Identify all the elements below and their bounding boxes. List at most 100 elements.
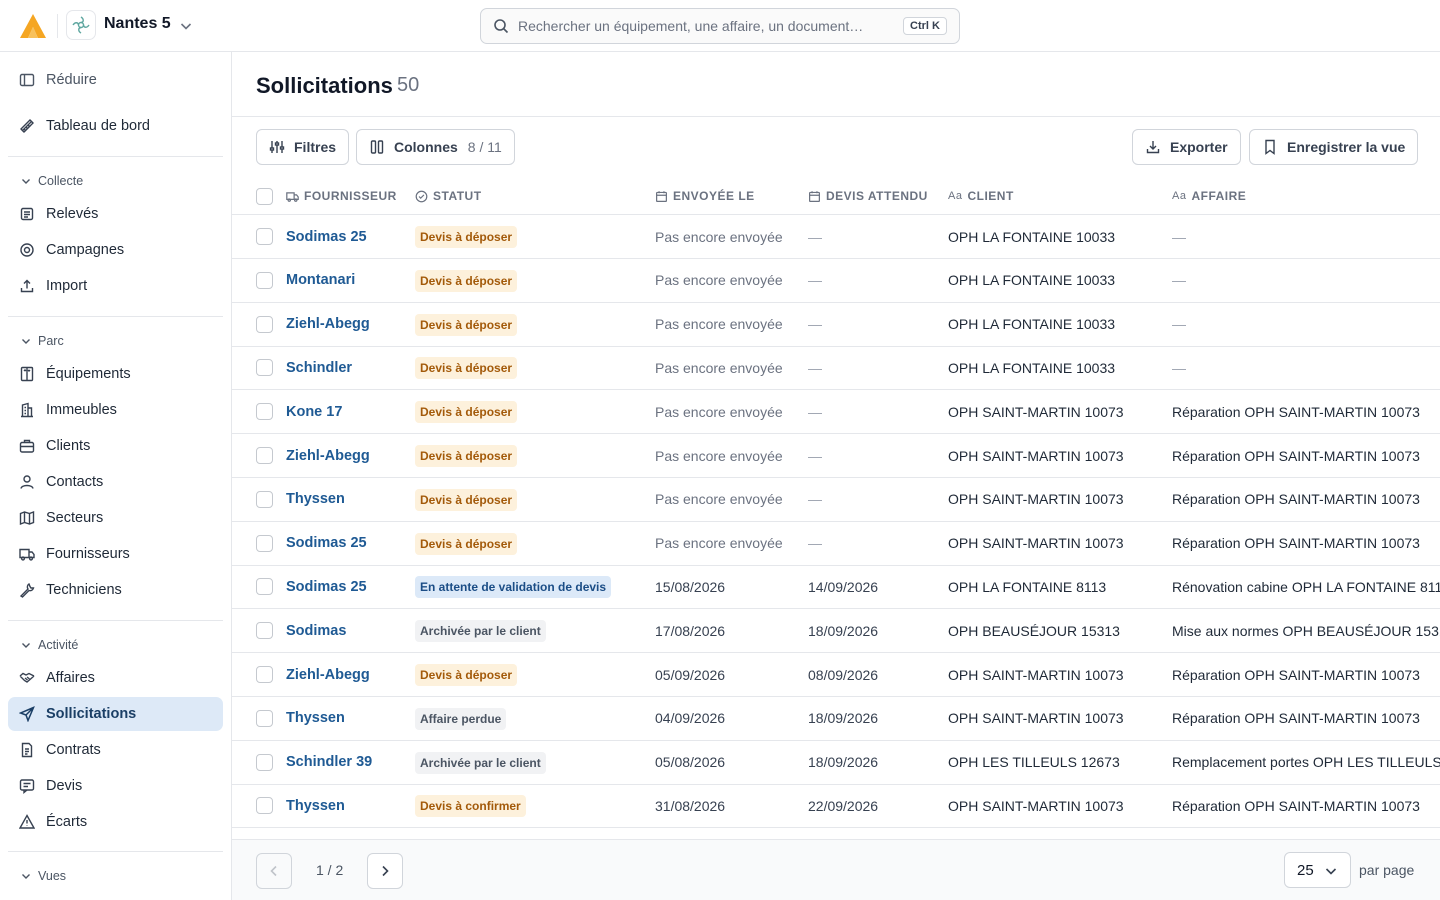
sidebar-item-contacts[interactable]: Contacts bbox=[8, 465, 223, 499]
row-checkbox[interactable] bbox=[256, 359, 273, 377]
row-checkbox[interactable] bbox=[256, 534, 273, 552]
fournisseur-link[interactable]: Sodimas 25 bbox=[286, 215, 367, 258]
table-row[interactable]: Sodimas 25 Devis à déposer Pas encore envo… bbox=[232, 522, 1440, 566]
table-row[interactable]: Ziehl-Abegg Devis à déposer Pas encore env… bbox=[232, 434, 1440, 478]
next-page-button[interactable] bbox=[367, 853, 403, 889]
row-checkbox[interactable] bbox=[256, 315, 273, 333]
chevron-down-icon bbox=[22, 643, 30, 648]
affaire-cell: Réparation OPH SAINT-MARTIN 10073 bbox=[1172, 491, 1420, 508]
table-row[interactable]: Montanari Devis à déposer Pas encore envoy… bbox=[232, 259, 1440, 303]
status-badge: Devis à confirmer bbox=[415, 795, 526, 818]
chevron-down-icon[interactable] bbox=[178, 18, 194, 34]
sidebar-item-releves[interactable]: Relevés bbox=[8, 197, 223, 231]
previous-page-button[interactable] bbox=[256, 853, 292, 889]
affaire-cell: Réparation OPH SAINT-MARTIN 10073 bbox=[1172, 710, 1420, 727]
table-row[interactable]: Sodimas 25 En attente de validation de de… bbox=[232, 565, 1440, 610]
sidebar-item-affaires[interactable]: Affaires bbox=[8, 661, 223, 695]
table-row[interactable]: Sodimas Archivée par le client 17/08/2026 1… bbox=[232, 609, 1440, 654]
row-checkbox[interactable] bbox=[256, 490, 273, 508]
column-header-devis-attendu[interactable]: DEVIS ATTENDU bbox=[808, 178, 928, 214]
app-logo-icon[interactable] bbox=[18, 12, 48, 40]
row-checkbox[interactable] bbox=[256, 228, 273, 245]
briefcase-icon bbox=[19, 439, 35, 453]
affaire-cell: — bbox=[1172, 316, 1186, 333]
save-view-button[interactable]: Enregistrer la vue bbox=[1249, 129, 1419, 165]
fournisseur-link[interactable]: Ziehl-Abegg bbox=[286, 653, 370, 696]
fournisseur-link[interactable]: Kone 17 bbox=[286, 390, 342, 433]
sidebar-item-immeubles[interactable]: Immeubles bbox=[8, 393, 223, 427]
expected-quote-date-cell: — bbox=[808, 491, 822, 508]
table-row[interactable]: Ziehl-Abegg Devis à déposer Pas encore env… bbox=[232, 303, 1440, 347]
column-header-client[interactable]: Aa CLIENT bbox=[948, 178, 1014, 214]
column-header-statut[interactable]: STATUT bbox=[415, 178, 482, 214]
affaire-cell: Réparation OPH SAINT-MARTIN 10073 bbox=[1172, 403, 1420, 420]
sidebar-item-sollicitations[interactable]: Sollicitations bbox=[8, 697, 223, 731]
client-cell: OPH LA FONTAINE 10033 bbox=[948, 228, 1116, 245]
workspace-name[interactable]: Nantes 5 bbox=[104, 15, 171, 33]
sidebar-item-devis[interactable]: Devis bbox=[8, 769, 223, 803]
columns-button[interactable]: Colonnes 8 / 11 bbox=[356, 129, 515, 165]
sidebar-item-campagnes[interactable]: Campagnes bbox=[8, 233, 223, 267]
table-row[interactable]: Thyssen Devis à déposer Pas encore envoyée… bbox=[232, 478, 1440, 522]
sidebar-item-ecarts[interactable]: Écarts bbox=[8, 805, 223, 839]
workspace-avatar[interactable] bbox=[66, 10, 96, 40]
expected-quote-date-cell: — bbox=[808, 403, 822, 420]
sidebar-item-dashboard[interactable]: Tableau de bord bbox=[8, 109, 223, 143]
fournisseur-link[interactable]: Sodimas 25 bbox=[286, 522, 367, 565]
row-checkbox[interactable] bbox=[256, 271, 273, 289]
sidebar-item-contrats[interactable]: Contrats bbox=[8, 733, 223, 767]
fournisseur-link[interactable]: Thyssen bbox=[286, 784, 345, 827]
sidebar-item-clients[interactable]: Clients bbox=[8, 429, 223, 463]
table-row[interactable]: Ziehl-Abegg Devis à déposer 05/09/2026 08/0… bbox=[232, 653, 1440, 697]
column-header-affaire[interactable]: Aa AFFAIRE bbox=[1172, 178, 1246, 214]
column-header-fournisseur[interactable]: FOURNISSEUR bbox=[286, 178, 397, 214]
table-row[interactable]: Sodimas 25 Devis à déposer Pas encore envo… bbox=[232, 215, 1440, 259]
chevron-down-icon bbox=[22, 339, 30, 344]
sidebar-item-import[interactable]: Import bbox=[8, 269, 223, 303]
sidebar-item-equipements[interactable]: Équipements bbox=[8, 357, 223, 391]
per-page-select[interactable]: 25 bbox=[1284, 852, 1351, 888]
sidebar-section-collecte[interactable]: Collecte bbox=[20, 174, 83, 188]
row-checkbox[interactable] bbox=[256, 622, 273, 640]
fournisseur-link[interactable]: Sodimas 25 bbox=[286, 565, 367, 608]
fournisseur-link[interactable]: Ziehl-Abegg bbox=[286, 434, 370, 477]
status-badge: Archivée par le client bbox=[415, 620, 546, 643]
affaire-cell: Remplacement portes OPH LES TILLEULS 126… bbox=[1172, 754, 1440, 771]
table-row[interactable]: Schindler 39 Archivée par le client 05/08/… bbox=[232, 741, 1440, 785]
row-checkbox[interactable] bbox=[256, 797, 273, 815]
clipboard-icon bbox=[20, 207, 34, 221]
row-checkbox[interactable] bbox=[256, 709, 273, 727]
export-button[interactable]: Exporter bbox=[1132, 129, 1241, 165]
table-row[interactable]: Kone 17 Devis à déposer Pas encore envoyée… bbox=[232, 390, 1440, 435]
fournisseur-link[interactable]: Montanari bbox=[286, 259, 355, 302]
row-checkbox[interactable] bbox=[256, 666, 273, 683]
table-row[interactable]: Thyssen Affaire perdue 04/09/2026 18/09/202… bbox=[232, 697, 1440, 741]
sidebar-section-vues[interactable]: Vues bbox=[20, 869, 66, 883]
sidebar-section-activite[interactable]: Activité bbox=[20, 638, 78, 652]
row-checkbox[interactable] bbox=[256, 403, 273, 421]
sidebar-collapse-button[interactable]: Réduire bbox=[8, 63, 223, 97]
fournisseur-link[interactable]: Thyssen bbox=[286, 697, 345, 740]
section-label: Collecte bbox=[38, 174, 84, 188]
top-bar: Nantes 5 Rechercher un équipement, une a… bbox=[0, 0, 1440, 52]
sidebar-item-fournisseurs[interactable]: Fournisseurs bbox=[8, 537, 223, 571]
status-badge: Devis à déposer bbox=[415, 664, 518, 686]
sidebar-section-parc[interactable]: Parc bbox=[20, 334, 64, 348]
row-checkbox[interactable] bbox=[256, 447, 273, 464]
column-header-envoyee-le[interactable]: ENVOYÉE LE bbox=[655, 178, 755, 214]
fournisseur-link[interactable]: Schindler bbox=[286, 346, 352, 389]
global-search-input[interactable]: Rechercher un équipement, une affaire, u… bbox=[480, 8, 960, 44]
fournisseur-link[interactable]: Ziehl-Abegg bbox=[286, 303, 370, 346]
fournisseur-link[interactable]: Schindler 39 bbox=[286, 741, 372, 784]
table-row[interactable]: Thyssen Devis à confirmer 31/08/2026 22/09/… bbox=[232, 784, 1440, 829]
sidebar-item-secteurs[interactable]: Secteurs bbox=[8, 501, 223, 535]
select-all-checkbox[interactable] bbox=[256, 188, 273, 205]
filters-button[interactable]: Filtres bbox=[256, 129, 350, 165]
status-badge: Devis à déposer bbox=[415, 313, 518, 336]
row-checkbox[interactable] bbox=[256, 578, 273, 596]
row-checkbox[interactable] bbox=[256, 753, 273, 771]
sidebar-item-techniciens[interactable]: Techniciens bbox=[8, 573, 223, 607]
table-row[interactable]: Schindler Devis à déposer Pas encore envoy… bbox=[232, 346, 1440, 391]
fournisseur-link[interactable]: Thyssen bbox=[286, 478, 345, 521]
fournisseur-link[interactable]: Sodimas bbox=[286, 609, 346, 652]
